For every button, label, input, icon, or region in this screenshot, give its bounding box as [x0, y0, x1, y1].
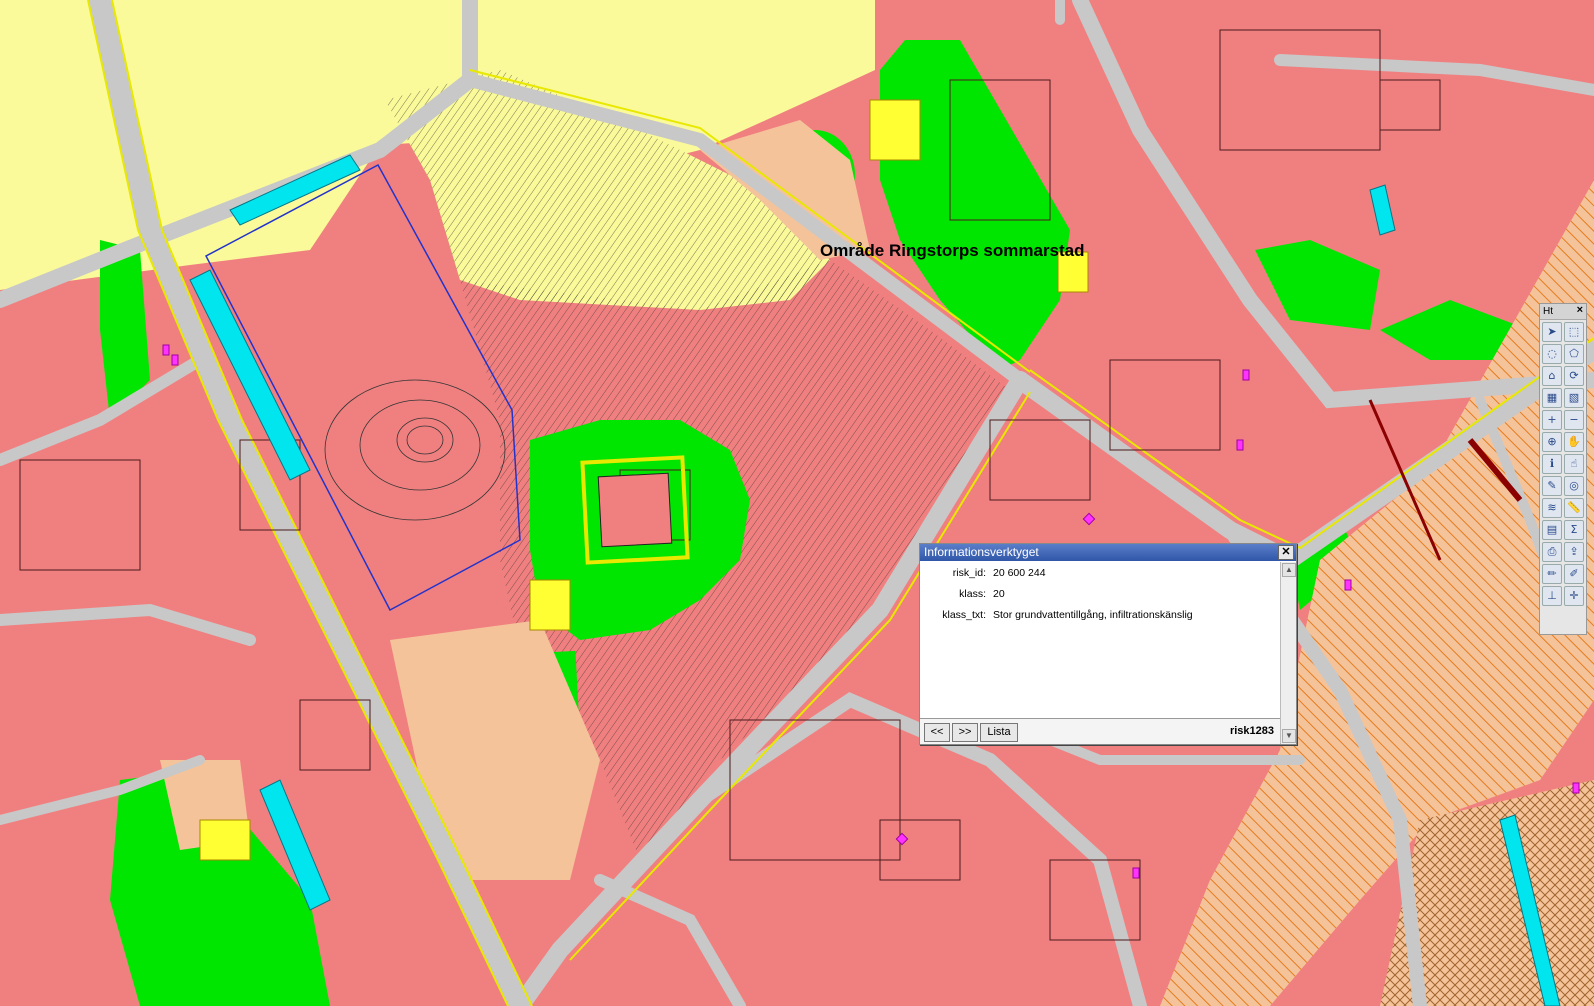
home-icon[interactable]: ⌂ [1542, 366, 1562, 386]
select-polygon-icon[interactable]: ⬠ [1564, 344, 1584, 364]
list-button[interactable]: Lista [980, 723, 1018, 742]
field-key: risk_id: [952, 567, 986, 579]
field-row: klass_txt: Stor grundvattentillgång, infi… [920, 609, 1193, 621]
field-value: 20 [993, 588, 1005, 600]
field-row: klass: 20 [920, 588, 1005, 600]
export-icon[interactable]: ⇪ [1564, 542, 1584, 562]
field-row: risk_id: 20 600 244 [920, 567, 1046, 579]
info-footer: << >> Lista risk1283 [920, 718, 1280, 744]
draw-icon[interactable]: ✏ [1542, 564, 1562, 584]
info-icon[interactable]: ℹ [1542, 454, 1562, 474]
close-icon[interactable]: × [1577, 304, 1583, 316]
prev-button[interactable]: << [924, 723, 950, 742]
scroll-down-icon[interactable]: ▼ [1282, 729, 1296, 743]
close-icon[interactable]: ✕ [1278, 545, 1294, 560]
zoom-extent-icon[interactable]: ⊕ [1542, 432, 1562, 452]
map-canvas[interactable] [0, 0, 1594, 1006]
pan-hand-icon[interactable]: ✋ [1564, 432, 1584, 452]
pointer-icon[interactable]: ☝ [1564, 454, 1584, 474]
area-label: Område Ringstorps sommarstad [820, 241, 1085, 260]
select-circle-icon[interactable]: ◌ [1542, 344, 1562, 364]
select-arrow-icon[interactable]: ➤ [1542, 322, 1562, 342]
info-titlebar[interactable]: Informationsverktyget ✕ [920, 544, 1296, 561]
stadium-center [597, 472, 673, 548]
table-icon[interactable]: ▤ [1542, 520, 1562, 540]
field-key: klass_txt: [942, 609, 986, 621]
zoom-in-icon[interactable]: + [1542, 410, 1562, 430]
edit-icon[interactable]: ✐ [1564, 564, 1584, 584]
yellow-building [869, 99, 921, 161]
select-box-icon[interactable]: ⬚ [1564, 322, 1584, 342]
layer-name: risk1283 [1229, 725, 1274, 737]
ruler-icon[interactable]: 📏 [1564, 498, 1584, 518]
scroll-up-icon[interactable]: ▲ [1282, 563, 1296, 577]
zoom-out-icon[interactable]: − [1564, 410, 1584, 430]
scale-icon[interactable]: ⊥ [1542, 586, 1562, 606]
yellow-building-3 [529, 579, 571, 631]
measure-icon[interactable]: ✎ [1542, 476, 1562, 496]
field-key: klass: [959, 588, 986, 600]
field-value: Stor grundvattentillgång, infiltrationsk… [993, 609, 1193, 621]
layers-off-icon[interactable]: ▧ [1564, 388, 1584, 408]
north-arrow-icon[interactable]: ✛ [1564, 586, 1584, 606]
grid-icon[interactable]: ▦ [1542, 388, 1562, 408]
next-button[interactable]: >> [952, 723, 978, 742]
field-value: 20 600 244 [993, 567, 1046, 579]
sum-icon[interactable]: Σ [1564, 520, 1584, 540]
info-title: Informationsverktyget [924, 545, 1039, 559]
layers-icon[interactable]: ≋ [1542, 498, 1562, 518]
info-window[interactable]: Informationsverktyget ✕ risk_id: 20 600 2… [919, 543, 1297, 745]
print-icon[interactable]: ⎙ [1542, 542, 1562, 562]
yellow-building-4 [199, 819, 251, 861]
map-toolbar[interactable]: Ht × ➤ ⬚ ◌ ⬠ ⌂ ⟳ ▦ ▧ + − ⊕ ✋ ℹ ☝ ✎ ◎ ≋ 📏 ▤ Σ ⎙ ⇪ ✏ ✐ ⊥ ✛ [1539, 303, 1587, 635]
info-body: risk_id: 20 600 244 klass: 20 klass_txt: St… [920, 562, 1280, 718]
info-scrollbar[interactable]: ▲ ▼ [1280, 562, 1296, 744]
toolbar-title: Ht [1543, 306, 1553, 317]
locate-icon[interactable]: ◎ [1564, 476, 1584, 496]
refresh-icon[interactable]: ⟳ [1564, 366, 1584, 386]
toolbar-titlebar[interactable]: Ht × [1540, 304, 1586, 320]
